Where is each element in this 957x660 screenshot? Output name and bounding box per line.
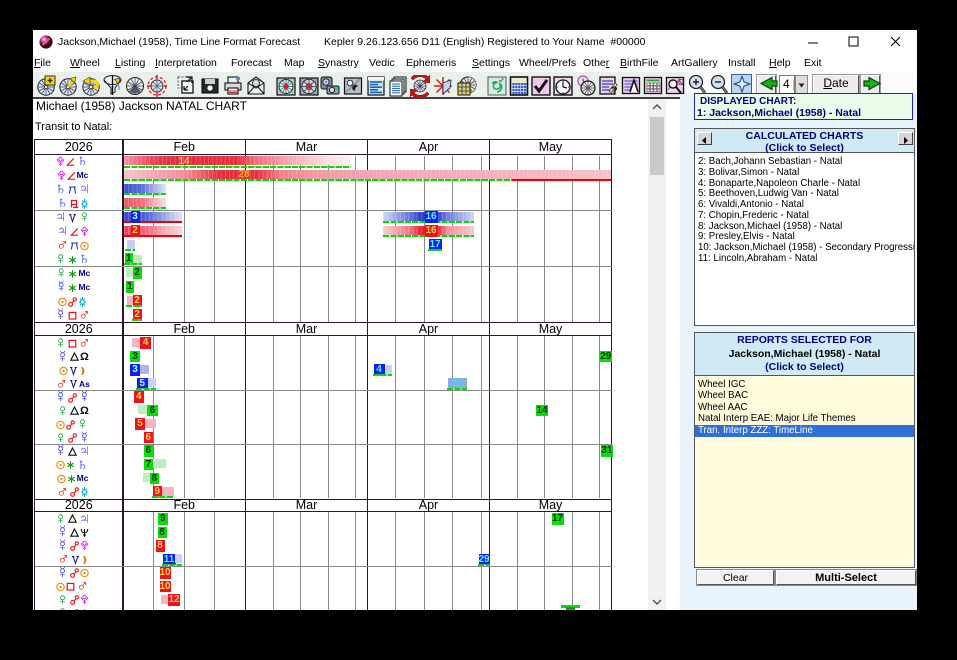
- svg-text:?: ?: [611, 85, 618, 97]
- svg-text:Ω: Ω: [678, 78, 684, 87]
